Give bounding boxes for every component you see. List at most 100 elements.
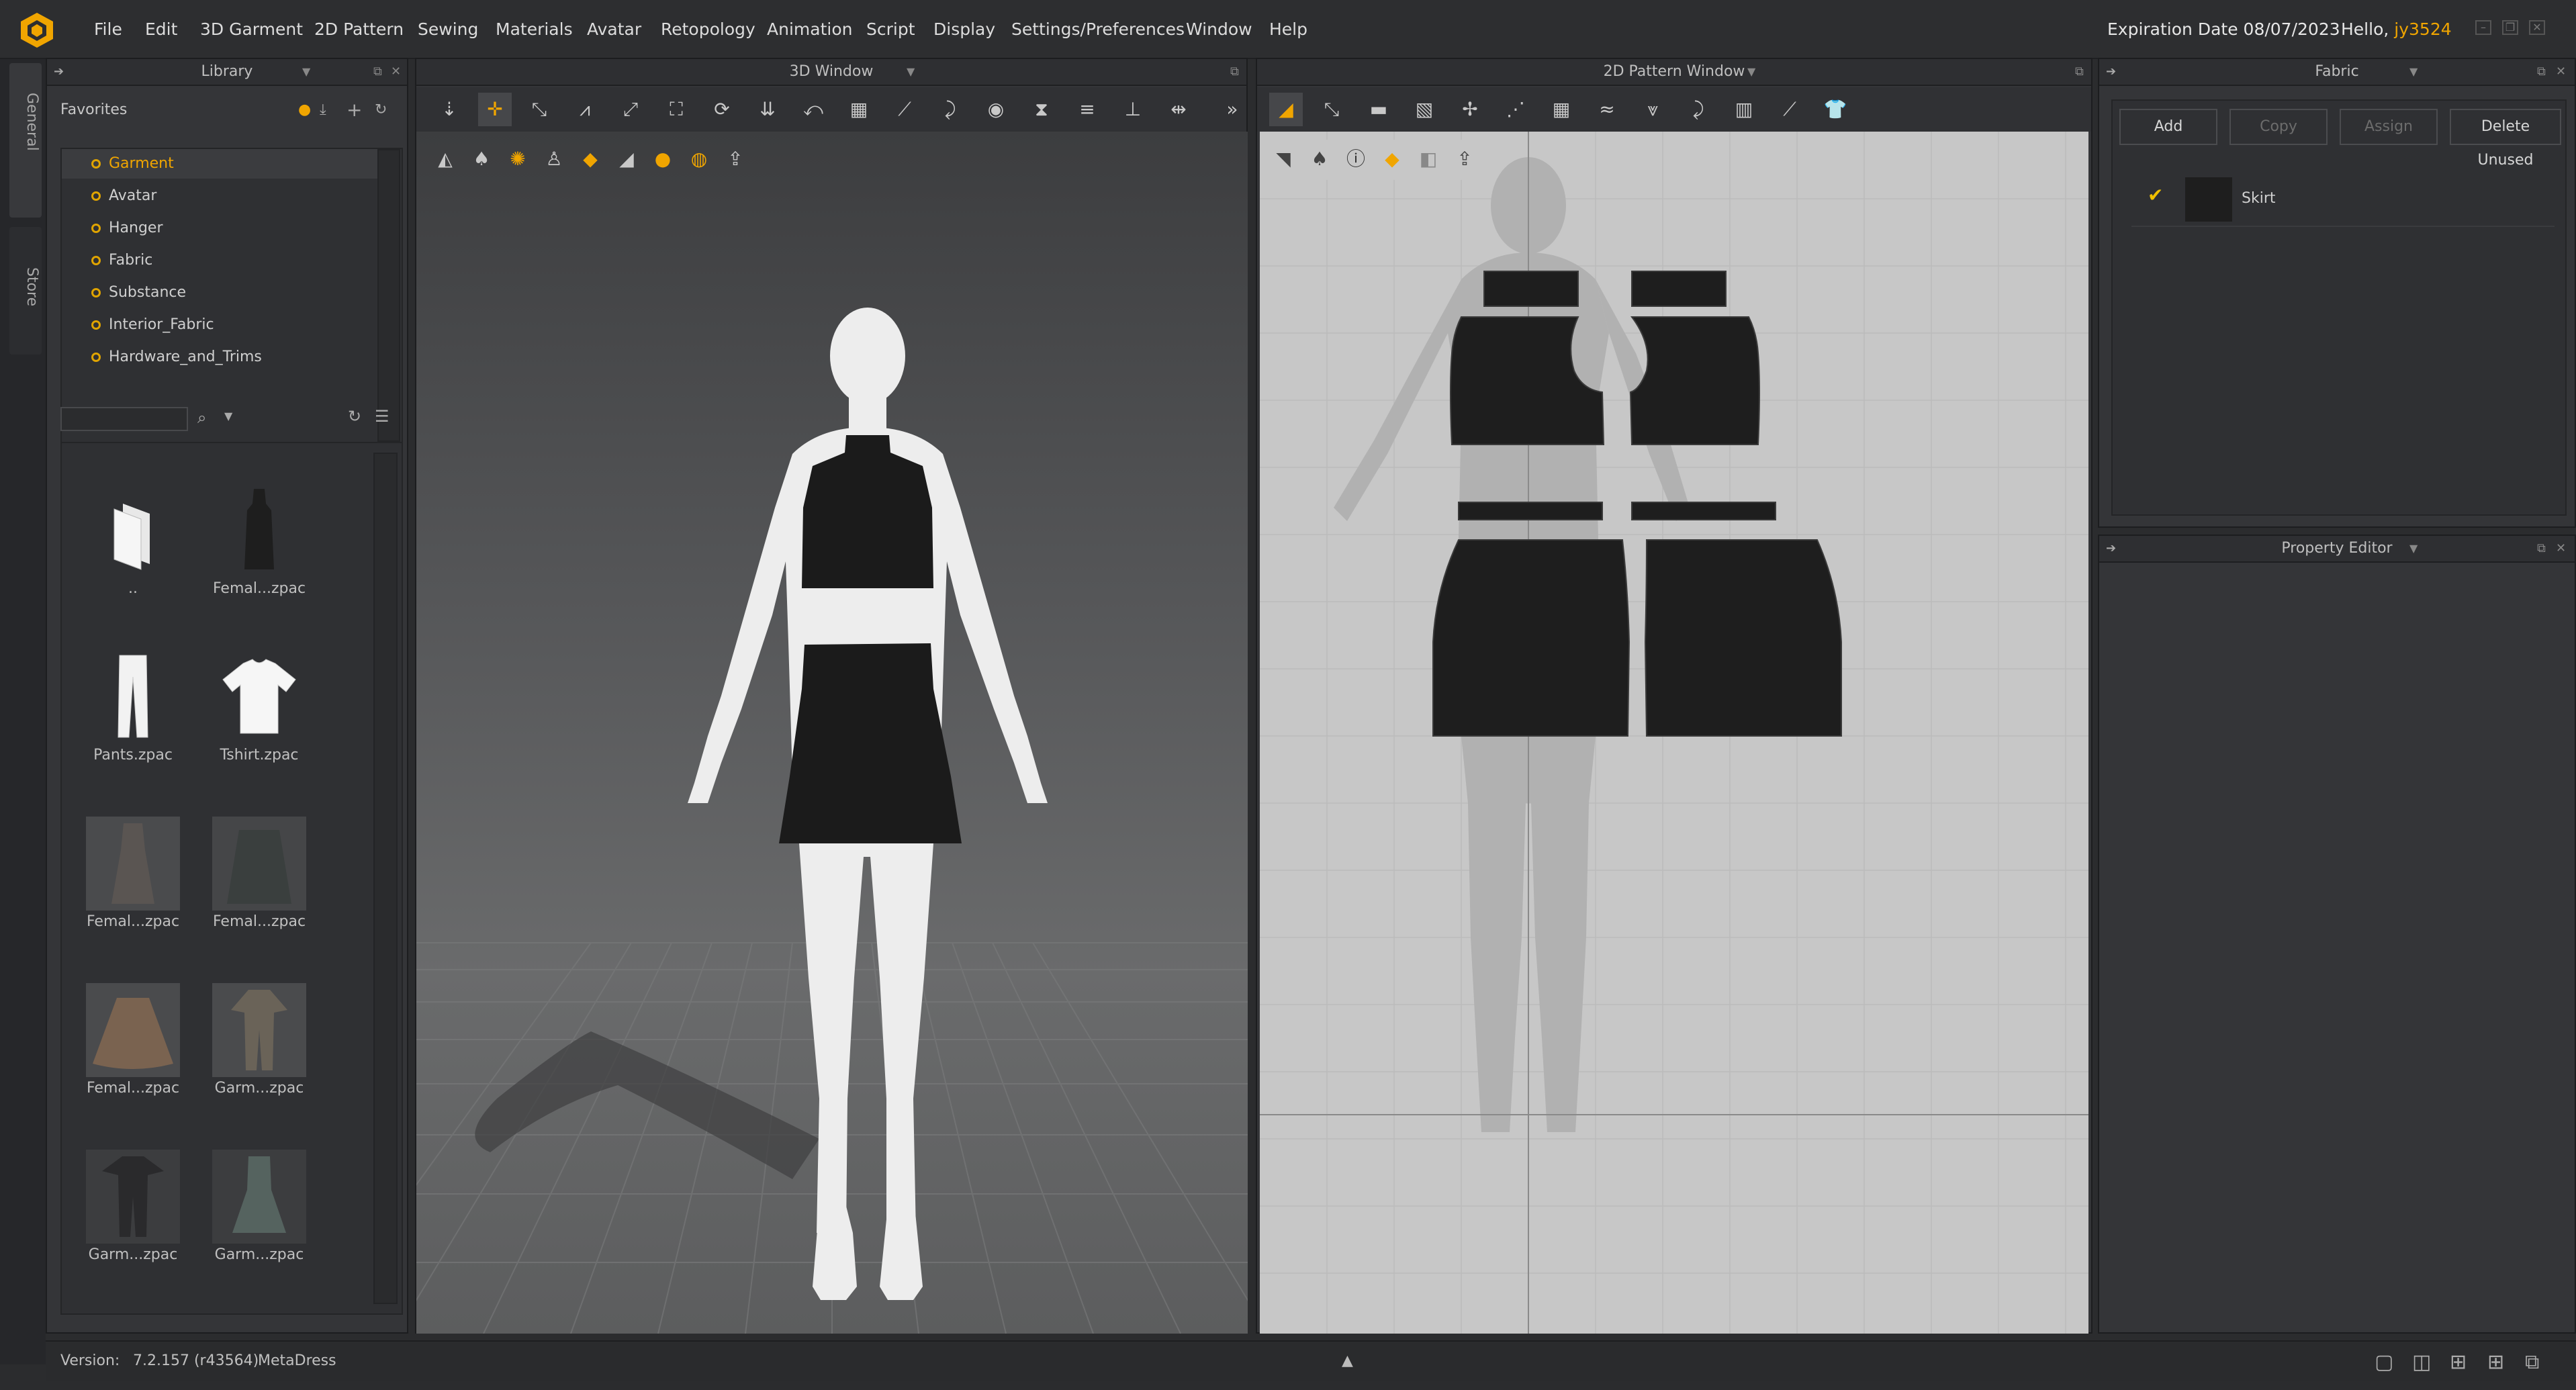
menu-script[interactable]: Script: [866, 15, 915, 44]
file-item[interactable]: ..: [86, 483, 197, 597]
download-icon[interactable]: ⤓: [320, 95, 326, 125]
layout-quad-icon[interactable]: ⊞: [2487, 1343, 2504, 1382]
menu-settings-preferences[interactable]: Settings/Preferences: [1011, 15, 1185, 44]
username[interactable]: jy3524: [2394, 19, 2451, 39]
file-item[interactable]: Tshirt.zpac: [212, 650, 323, 763]
sew-icon[interactable]: ⤺: [796, 93, 830, 126]
library-search-input[interactable]: [60, 407, 188, 431]
tree-item-garment[interactable]: Garment: [91, 149, 174, 179]
assign-fabric-button[interactable]: Assign: [2340, 109, 2438, 145]
menu-animation[interactable]: Animation: [767, 15, 852, 44]
button-tool-icon[interactable]: ◉: [979, 93, 1013, 126]
edit-sewing-icon[interactable]: ⤢: [614, 93, 647, 126]
layout-single-icon[interactable]: ▢: [2375, 1343, 2393, 1382]
file-item[interactable]: Femal...zpac: [86, 817, 197, 930]
free-sewing-icon[interactable]: ⤸: [1682, 93, 1715, 126]
add-icon[interactable]: +: [347, 95, 362, 125]
chevron-down-icon[interactable]: ▼: [2409, 536, 2418, 561]
menu-file[interactable]: File: [94, 15, 122, 44]
chevron-down-icon[interactable]: ▼: [907, 59, 915, 85]
app-logo-icon[interactable]: [17, 11, 56, 50]
tree-scrollbar[interactable]: [377, 149, 400, 442]
show-texture-icon[interactable]: ♠: [1303, 142, 1336, 176]
list-view-icon[interactable]: ☰: [375, 407, 389, 426]
undock-icon[interactable]: ⧉: [2537, 536, 2546, 561]
show-pattern-icon[interactable]: ◥: [1267, 142, 1300, 176]
chevron-down-icon[interactable]: ▼: [1747, 59, 1755, 85]
file-item[interactable]: Femal...zpac: [212, 483, 323, 597]
polygon-icon[interactable]: ▧: [1408, 93, 1441, 126]
measure-icon[interactable]: ⟋: [888, 93, 921, 126]
tree-item-substance[interactable]: Substance: [91, 278, 186, 308]
menu-materials[interactable]: Materials: [496, 15, 573, 44]
grid-pattern-icon[interactable]: ▦: [1545, 93, 1578, 126]
minimize-icon[interactable]: –: [2475, 20, 2491, 35]
tab-store[interactable]: Store: [9, 227, 42, 355]
file-item[interactable]: Femal...zpac: [86, 983, 197, 1097]
arrange-icon[interactable]: ⇊: [751, 93, 784, 126]
tree-item-hanger[interactable]: Hanger: [91, 214, 163, 243]
menu-3d-garment[interactable]: 3D Garment: [200, 15, 303, 44]
dart-icon[interactable]: ⋰: [1499, 93, 1532, 126]
internal-shape-icon[interactable]: ✢: [1453, 93, 1487, 126]
tree-item-interior-fabric[interactable]: Interior_Fabric: [91, 310, 214, 340]
layout-three-icon[interactable]: ⊞: [2450, 1343, 2467, 1382]
close-panel-icon[interactable]: ✕: [391, 59, 401, 85]
edit-pattern-icon[interactable]: ⤡: [1315, 93, 1348, 126]
tape-icon[interactable]: ⤸: [933, 93, 967, 126]
info-icon[interactable]: ⓘ: [1339, 142, 1373, 176]
layer-icon[interactable]: ◧: [1412, 142, 1445, 176]
file-item[interactable]: Garm...zpac: [212, 983, 323, 1097]
fold-icon[interactable]: ⩘: [568, 93, 602, 126]
checkmark-icon[interactable]: ✔: [2148, 184, 2163, 206]
favorite-icon[interactable]: ●: [298, 95, 311, 125]
layout-custom-icon[interactable]: ⧉: [2525, 1343, 2539, 1382]
menu-display[interactable]: Display: [933, 15, 995, 44]
tree-item-fabric[interactable]: Fabric: [91, 246, 152, 275]
zipper-icon[interactable]: ⧗: [1025, 93, 1058, 126]
close-panel-icon[interactable]: ✕: [2556, 59, 2566, 85]
file-item[interactable]: Pants.zpac: [86, 650, 197, 763]
select-icon[interactable]: ⇣: [432, 93, 466, 126]
cube-2d-icon[interactable]: ◆: [1375, 142, 1409, 176]
garment-outline-icon[interactable]: 👕: [1819, 93, 1852, 126]
pin-icon[interactable]: ⛶: [659, 93, 693, 126]
collapse-arrow-icon[interactable]: ➔: [2106, 536, 2116, 561]
split-icon[interactable]: ⇹: [1162, 93, 1195, 126]
topstitch-icon[interactable]: ≡: [1070, 93, 1104, 126]
collapse-arrow-icon[interactable]: ➔: [2106, 59, 2116, 85]
chevron-down-icon[interactable]: ▼: [302, 59, 310, 85]
transform-icon[interactable]: ✛: [478, 93, 512, 126]
tree-item-hardware-and-trims[interactable]: Hardware_and_Trims: [91, 342, 262, 372]
menu-retopology[interactable]: Retopology: [661, 15, 755, 44]
refresh-icon[interactable]: ↻: [375, 95, 387, 125]
layout-split-icon[interactable]: ◫: [2412, 1343, 2431, 1382]
restore-icon[interactable]: ❐: [2502, 20, 2518, 35]
collapse-arrow-icon[interactable]: ➔: [54, 59, 64, 85]
2d-viewport[interactable]: ◥ ♠ ⓘ ◆ ◧ ⇪: [1260, 132, 2088, 1334]
export-2d-icon[interactable]: ⇪: [1448, 142, 1481, 176]
delete-unused-button[interactable]: Delete Unused: [2450, 109, 2561, 169]
file-grid-scrollbar[interactable]: [373, 453, 398, 1304]
toolbar-overflow-icon[interactable]: »: [1215, 93, 1249, 126]
undock-icon[interactable]: ⧉: [2537, 59, 2546, 85]
file-item[interactable]: Garm...zpac: [86, 1150, 197, 1263]
trace-icon[interactable]: ≈: [1590, 93, 1624, 126]
menu-2d-pattern[interactable]: 2D Pattern: [314, 15, 404, 44]
file-item[interactable]: Femal...zpac: [212, 817, 323, 930]
rotate-icon[interactable]: ⟳: [705, 93, 739, 126]
fabric-list-item[interactable]: ✔ Skirt: [2131, 173, 2555, 227]
close-panel-icon[interactable]: ✕: [2556, 536, 2566, 561]
grid-icon[interactable]: ▦: [842, 93, 876, 126]
refresh-list-icon[interactable]: ↻: [348, 407, 361, 426]
chevron-down-icon[interactable]: ▼: [2409, 59, 2418, 85]
undock-icon[interactable]: ⧉: [2075, 59, 2084, 85]
add-fabric-button[interactable]: Add: [2119, 109, 2217, 145]
copy-fabric-button[interactable]: Copy: [2229, 109, 2328, 145]
menu-avatar[interactable]: Avatar: [587, 15, 641, 44]
file-item[interactable]: Garm...zpac: [212, 1150, 323, 1263]
menu-sewing[interactable]: Sewing: [418, 15, 478, 44]
transform-pattern-icon[interactable]: ◢: [1269, 93, 1303, 126]
undock-icon[interactable]: ⧉: [373, 59, 382, 85]
search-dropdown-icon[interactable]: ▼: [224, 410, 232, 422]
